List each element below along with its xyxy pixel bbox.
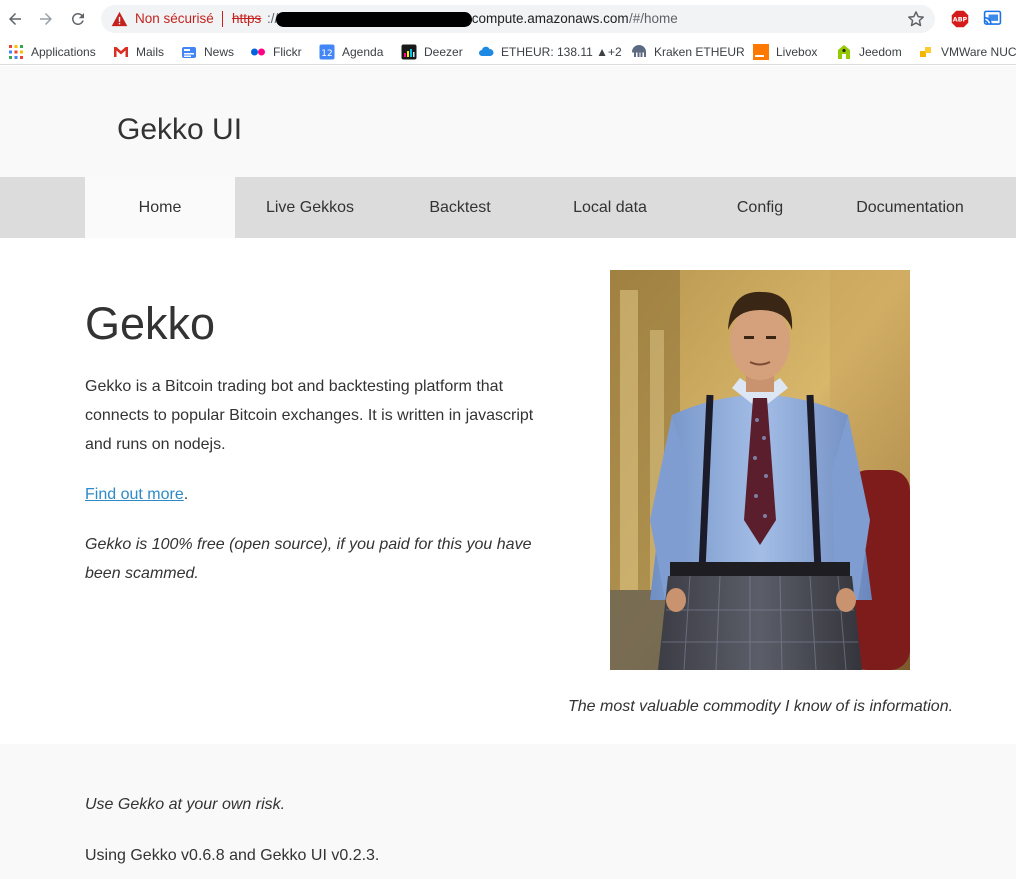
gordon-gekko-photo — [610, 270, 910, 670]
bookmark-vmware[interactable]: VMWare NUC — [918, 42, 1016, 62]
bookmark-label: Mails — [136, 45, 165, 59]
free-notice: Gekko is 100% free (open source), if you… — [85, 536, 532, 582]
intro-paragraph: Gekko is a Bitcoin trading bot and backt… — [85, 378, 534, 453]
bookmark-livebox[interactable]: Livebox — [753, 42, 817, 62]
bookmark-label: Jeedom — [859, 45, 902, 59]
calendar-icon: 12 — [319, 44, 335, 60]
adblock-plus-icon[interactable]: ABP — [951, 10, 969, 28]
bookmark-applications[interactable]: Applications — [8, 42, 96, 62]
version-info: Using Gekko v0.6.8 and Gekko UI v0.2.3. — [85, 847, 380, 864]
bookmark-label: Kraken ETHEUR — [654, 45, 745, 59]
gmail-icon — [114, 47, 128, 57]
bookmark-label: Agenda — [342, 45, 384, 59]
find-out-more-paragraph: Find out more. — [85, 480, 188, 509]
bookmark-label: News — [204, 45, 235, 59]
bookmark-label: Deezer — [424, 45, 463, 59]
vmware-icon — [920, 47, 931, 57]
risk-disclaimer: Use Gekko at your own risk. — [85, 796, 286, 813]
gekko-quote: The most valuable commodity I know of is… — [568, 698, 954, 715]
security-status[interactable]: Non sécurisé — [135, 11, 214, 26]
menu-item-documentation[interactable]: Documentation — [835, 177, 985, 238]
news-icon — [182, 47, 196, 58]
page-title: Gekko — [85, 298, 216, 349]
find-out-more-suffix: . — [183, 486, 189, 503]
bookmark-etheur[interactable]: ETHEUR: 138.11 ▲+2 — [478, 42, 622, 62]
address-separator — [222, 11, 223, 27]
site-footer: Use Gekko at your own risk. Using Gekko … — [0, 744, 1016, 879]
calendar-badge: 12 — [321, 49, 332, 59]
back-arrow-icon — [9, 13, 21, 25]
home-content: Gekko Gekko is a Bitcoin trading bot and… — [0, 238, 1016, 744]
reload-button[interactable] — [66, 7, 90, 31]
forward-arrow-icon — [40, 13, 52, 25]
bookmark-label: ETHEUR: 138.11 ▲+2 — [501, 45, 622, 59]
warning-triangle-icon — [111, 11, 128, 27]
jeedom-icon — [838, 45, 850, 59]
svg-text:ABP: ABP — [953, 16, 968, 24]
orange-icon — [753, 44, 769, 60]
bookmark-star-icon[interactable] — [906, 9, 926, 29]
bookmarks-bar: Applications Mails News Flickr 12 Agenda… — [0, 38, 1016, 65]
menu-item-local-data[interactable]: Local data — [535, 177, 685, 238]
menu-item-backtest[interactable]: Backtest — [385, 177, 535, 238]
bookmark-agenda[interactable]: 12 Agenda — [319, 42, 383, 62]
bookmark-jeedom[interactable]: Jeedom — [836, 42, 902, 62]
site-header: Gekko UI — [0, 66, 1016, 177]
back-button[interactable] — [3, 7, 27, 31]
bookmark-mails[interactable]: Mails — [113, 42, 164, 62]
redacted-hostname — [276, 12, 472, 27]
deezer-icon — [401, 44, 417, 60]
browser-toolbar: Non sécurisé https :// .compute.amazonaw… — [0, 0, 1016, 38]
flickr-icon — [251, 48, 265, 56]
url-host: .compute.amazonaws.com — [468, 11, 629, 26]
bookmark-label: VMWare NUC — [941, 45, 1016, 59]
menu-item-home[interactable]: Home — [85, 177, 235, 238]
bookmark-label: Livebox — [776, 45, 818, 59]
menu-item-config[interactable]: Config — [685, 177, 835, 238]
bookmark-label: Applications — [31, 45, 96, 59]
apps-grid-icon — [9, 45, 23, 59]
site-title[interactable]: Gekko UI — [117, 113, 242, 147]
bookmark-kraken[interactable]: Kraken ETHEUR — [631, 42, 745, 62]
find-out-more-link[interactable]: Find out more — [85, 486, 184, 503]
forward-button[interactable] — [34, 7, 58, 31]
bookmark-news[interactable]: News — [181, 42, 234, 62]
cloud-icon — [479, 46, 494, 56]
kraken-icon — [632, 45, 646, 57]
bookmark-deezer[interactable]: Deezer — [401, 42, 463, 62]
bookmark-flickr[interactable]: Flickr — [250, 42, 302, 62]
bookmark-label: Flickr — [273, 45, 302, 59]
url-scheme: https — [232, 11, 262, 26]
reload-icon — [71, 12, 84, 25]
url-path: /#/home — [629, 11, 678, 26]
address-bar[interactable]: Non sécurisé https :// .compute.amazonaw… — [101, 5, 935, 33]
cast-icon[interactable] — [983, 10, 1002, 27]
main-menu: Home Live Gekkos Backtest Local data Con… — [0, 177, 1016, 238]
menu-item-live-gekkos[interactable]: Live Gekkos — [235, 177, 385, 238]
